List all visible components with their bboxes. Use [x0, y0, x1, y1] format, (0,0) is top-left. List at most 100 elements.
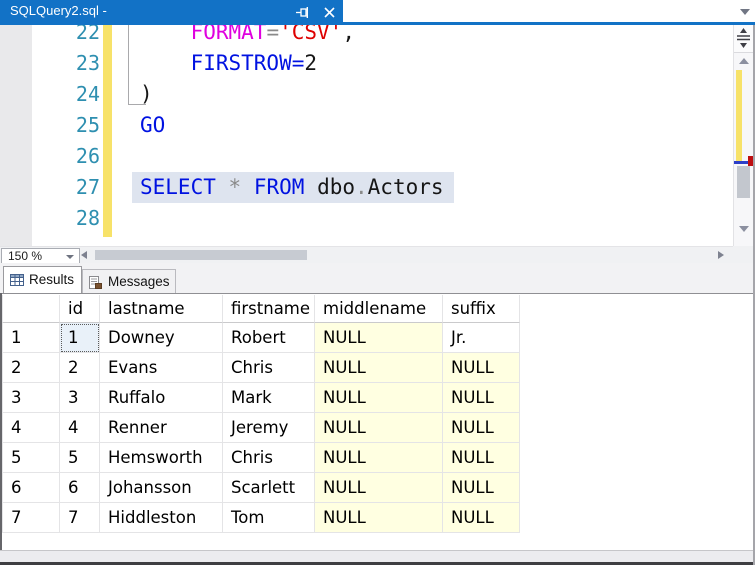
grid-cell-lastname[interactable]: Hemsworth — [100, 443, 223, 473]
grid-cell-suffix[interactable]: NULL — [443, 443, 520, 473]
row-number-cell[interactable]: 2 — [2, 353, 60, 383]
grid-cell-suffix[interactable]: NULL — [443, 383, 520, 413]
document-tab-strip: SQLQuery2.sql - — [0, 0, 755, 25]
grid-cell-id[interactable]: 5 — [60, 443, 100, 473]
column-header-middlename[interactable]: middlename — [315, 295, 443, 323]
grid-cell-lastname[interactable]: Downey — [100, 323, 223, 353]
grid-cell-firstname[interactable]: Jeremy — [223, 413, 315, 443]
grid-cell-suffix[interactable]: NULL — [443, 353, 520, 383]
results-pane-tab-bar: Results Messages — [0, 263, 755, 293]
scroll-up-arrow[interactable] — [739, 58, 749, 64]
grid-cell-lastname[interactable]: Renner — [100, 413, 223, 443]
grid-cell-lastname[interactable]: Hiddleston — [100, 503, 223, 533]
block-structure-guide-corner — [128, 104, 146, 105]
row-number-cell[interactable]: 6 — [2, 473, 60, 503]
zoom-level-value: 150 % — [8, 249, 42, 263]
line-number: 26 — [20, 141, 100, 172]
grid-cell-suffix[interactable]: NULL — [443, 413, 520, 443]
grid-cell-firstname[interactable]: Mark — [223, 383, 315, 413]
table-row: 55HemsworthChrisNULLNULL — [2, 443, 520, 473]
tab-list-dropdown-icon[interactable] — [740, 9, 750, 15]
sql-code-editor[interactable]: 22 FORMAT='CSV',23 FIRSTROW=224)25GO2627… — [0, 0, 733, 246]
grid-cell-suffix[interactable]: NULL — [443, 503, 520, 533]
grid-cell-id[interactable]: 3 — [60, 383, 100, 413]
close-icon[interactable] — [322, 4, 337, 19]
grid-cell-middlename[interactable]: NULL — [315, 413, 443, 443]
tab-messages[interactable]: Messages — [82, 269, 176, 293]
document-tab[interactable]: SQLQuery2.sql - — [0, 0, 343, 22]
column-header-lastname[interactable]: lastname — [100, 295, 223, 323]
grid-cell-id[interactable]: 6 — [60, 473, 100, 503]
grid-cell-middlename[interactable]: NULL — [315, 503, 443, 533]
grid-cell-suffix[interactable]: Jr. — [443, 323, 520, 353]
split-editor-handle[interactable] — [734, 25, 753, 53]
grid-cell-middlename[interactable]: NULL — [315, 473, 443, 503]
scrollbar-change-annotation — [736, 70, 742, 161]
grid-cell-lastname[interactable]: Ruffalo — [100, 383, 223, 413]
row-number-cell[interactable]: 7 — [2, 503, 60, 533]
table-row: 77HiddlestonTomNULLNULL — [2, 503, 520, 533]
editor-bottom-bar: 150 % — [0, 246, 733, 263]
table-row: 11DowneyRobertNULLJr. — [2, 323, 520, 353]
document-title: SQLQuery2.sql - — [10, 0, 107, 22]
code-text[interactable]: GO — [140, 110, 165, 141]
line-number: 27 — [20, 172, 100, 203]
active-tab-underline — [0, 22, 755, 25]
code-text[interactable]: SELECT * FROM dbo.Actors — [132, 172, 454, 203]
line-number: 24 — [20, 79, 100, 110]
grid-cell-id[interactable]: 1 — [60, 323, 100, 353]
zoom-level-dropdown[interactable]: 150 % — [1, 248, 80, 264]
line-number: 28 — [20, 203, 100, 234]
scroll-right-arrow[interactable] — [718, 251, 724, 259]
grid-cell-firstname[interactable]: Chris — [223, 443, 315, 473]
scrollbar-corner — [733, 246, 755, 263]
select-all-corner[interactable] — [2, 295, 60, 323]
vertical-scrollbar[interactable] — [733, 25, 753, 246]
grid-cell-firstname[interactable]: Chris — [223, 353, 315, 383]
row-number-cell[interactable]: 1 — [2, 323, 60, 353]
column-header-firstname[interactable]: firstname — [223, 295, 315, 323]
grid-cell-middlename[interactable]: NULL — [315, 323, 443, 353]
ssms-window: 22 FORMAT='CSV',23 FIRSTROW=224)25GO2627… — [0, 0, 755, 565]
grid-cell-id[interactable]: 4 — [60, 413, 100, 443]
grid-cell-middlename[interactable]: NULL — [315, 383, 443, 413]
grid-cell-lastname[interactable]: Evans — [100, 353, 223, 383]
table-row: 44RennerJeremyNULLNULL — [2, 413, 520, 443]
code-text[interactable]: FIRSTROW=2 — [140, 48, 317, 79]
vertical-scroll-thumb[interactable] — [737, 166, 750, 198]
column-header-id[interactable]: id — [60, 295, 100, 323]
pin-icon[interactable] — [295, 4, 310, 19]
table-row: 66JohanssonScarlettNULLNULL — [2, 473, 520, 503]
horizontal-scroll-thumb[interactable] — [95, 250, 307, 260]
grid-cell-firstname[interactable]: Robert — [223, 323, 315, 353]
results-grid-panel: idlastnamefirstnamemiddlenamesuffix11Dow… — [0, 293, 755, 550]
row-number-cell[interactable]: 5 — [2, 443, 60, 473]
tab-results-label: Results — [29, 267, 74, 293]
results-grid-icon — [10, 274, 24, 287]
grid-cell-firstname[interactable]: Scarlett — [223, 473, 315, 503]
line-number: 25 — [20, 110, 100, 141]
grid-cell-lastname[interactable]: Johansson — [100, 473, 223, 503]
tab-results[interactable]: Results — [3, 266, 82, 293]
scroll-left-arrow[interactable] — [81, 251, 87, 259]
grid-cell-middlename[interactable]: NULL — [315, 443, 443, 473]
modified-lines-bar — [103, 25, 112, 237]
chevron-down-icon — [66, 255, 74, 259]
scroll-down-arrow[interactable] — [739, 226, 749, 232]
table-row: 22EvansChrisNULLNULL — [2, 353, 520, 383]
block-structure-guide — [128, 25, 129, 105]
window-bottom-strip — [0, 550, 755, 562]
messages-icon — [89, 276, 102, 289]
row-number-cell[interactable]: 4 — [2, 413, 60, 443]
grid-header-row: idlastnamefirstnamemiddlenamesuffix — [2, 295, 520, 323]
grid-cell-suffix[interactable]: NULL — [443, 473, 520, 503]
line-number: 23 — [20, 48, 100, 79]
column-header-suffix[interactable]: suffix — [443, 295, 520, 323]
row-number-cell[interactable]: 3 — [2, 383, 60, 413]
code-text[interactable]: ) — [140, 79, 153, 110]
grid-cell-firstname[interactable]: Tom — [223, 503, 315, 533]
grid-cell-middlename[interactable]: NULL — [315, 353, 443, 383]
grid-cell-id[interactable]: 7 — [60, 503, 100, 533]
grid-cell-id[interactable]: 2 — [60, 353, 100, 383]
table-row: 33RuffaloMarkNULLNULL — [2, 383, 520, 413]
